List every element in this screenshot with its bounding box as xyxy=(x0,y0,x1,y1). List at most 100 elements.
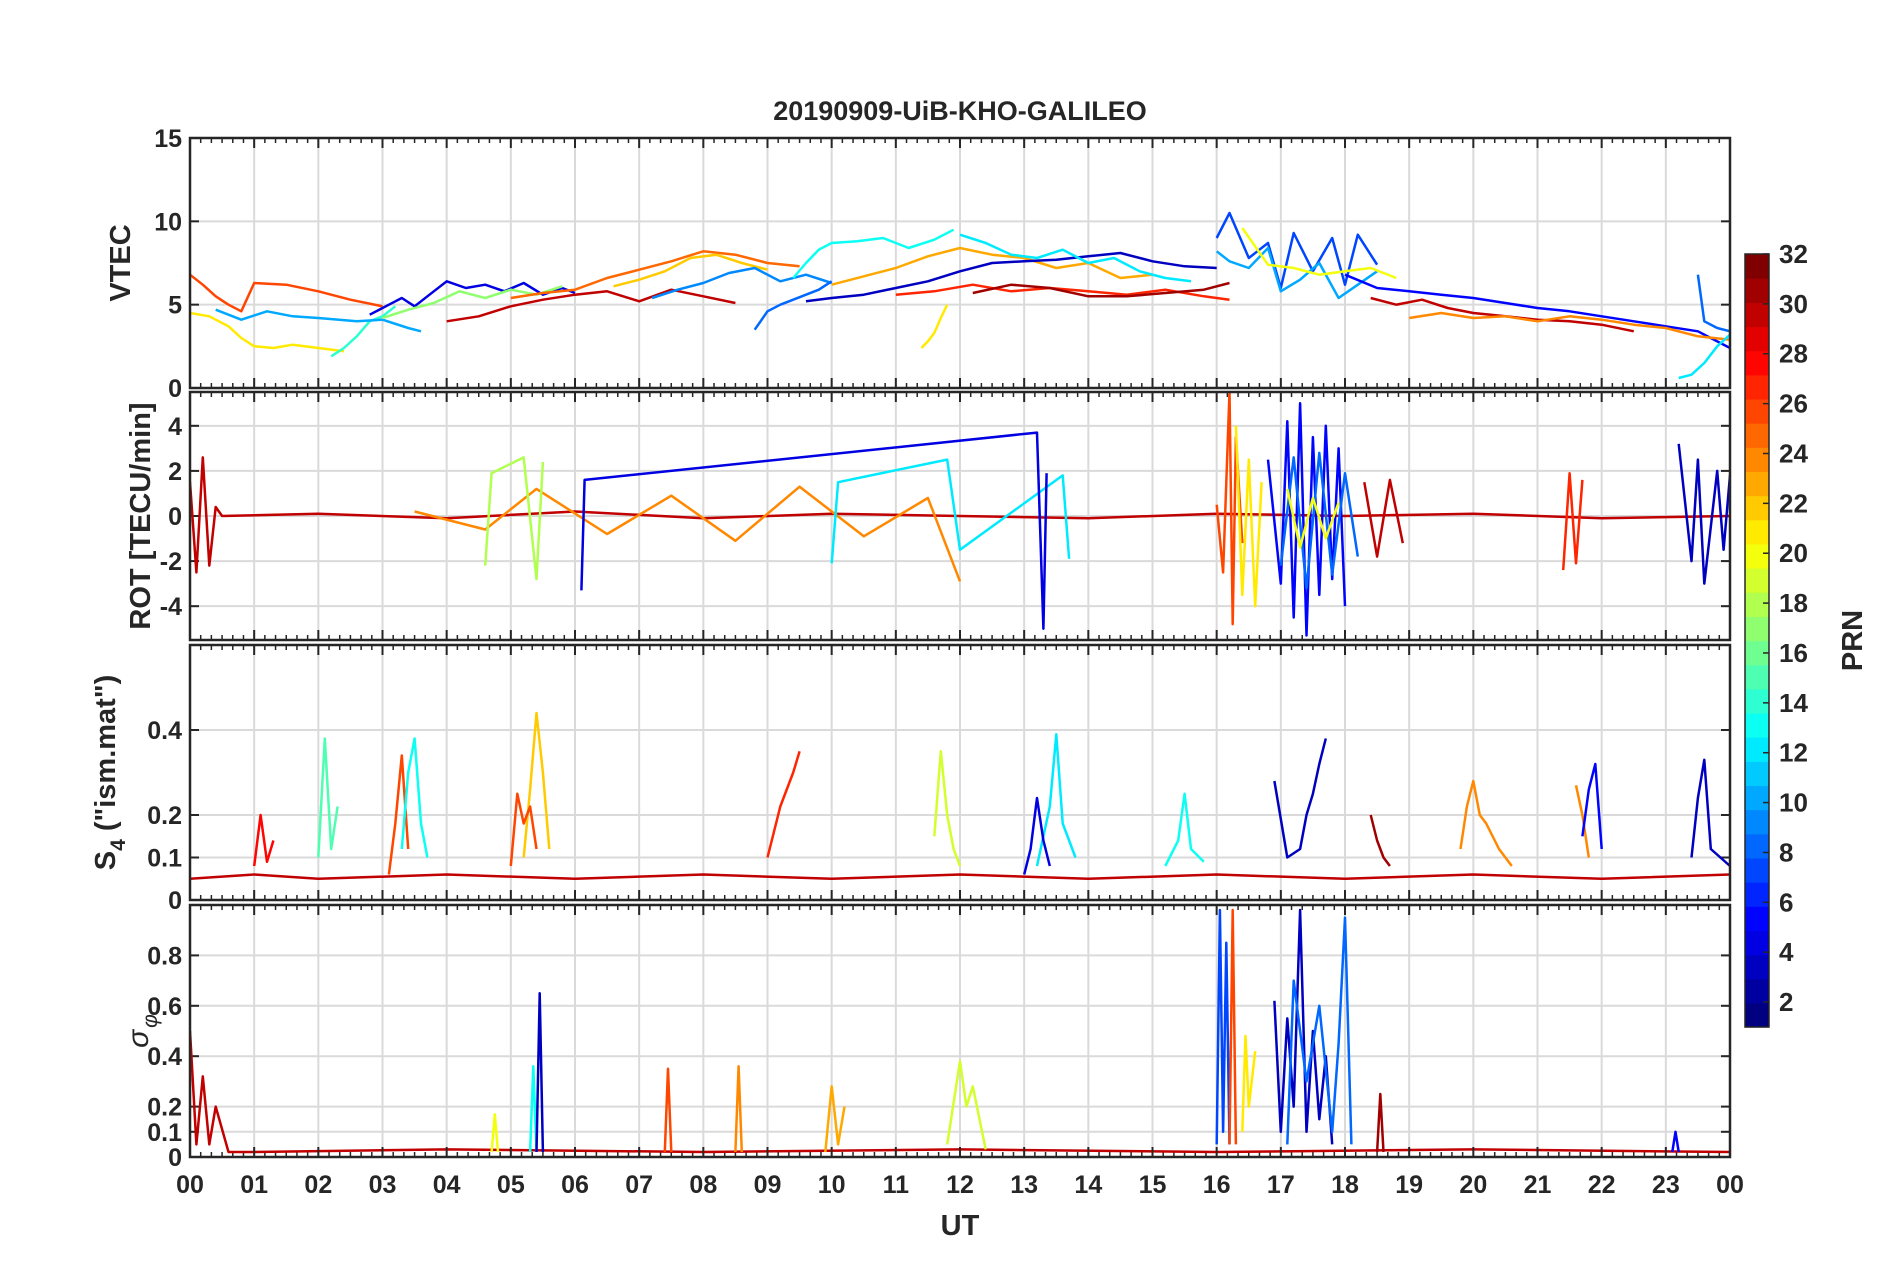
x-tick-label: 03 xyxy=(369,1171,397,1199)
colorbar-cell xyxy=(1745,471,1769,497)
colorbar-tick-label: 22 xyxy=(1779,488,1808,518)
colorbar-cell xyxy=(1745,374,1769,400)
chart-title: 20190909-UiB-KHO-GALILEO xyxy=(773,96,1147,126)
y-tick-label: 0 xyxy=(168,503,182,531)
x-tick-label: 09 xyxy=(754,1171,782,1199)
colorbar-cell xyxy=(1745,495,1769,521)
y-tick-label: 10 xyxy=(154,208,182,236)
y-tick-label: -2 xyxy=(160,548,182,576)
colorbar-cell xyxy=(1745,688,1769,714)
y-axis-label: VTEC xyxy=(105,224,137,301)
x-tick-label: 07 xyxy=(625,1171,653,1199)
x-tick-label: 18 xyxy=(1331,1171,1359,1199)
colorbar-cell xyxy=(1745,833,1769,859)
colorbar-tick-label: 32 xyxy=(1779,239,1808,269)
x-tick-label: 19 xyxy=(1395,1171,1423,1199)
panel-s4: 0 0.1 0.2 0.4 S4 ("ism.mat") xyxy=(90,643,1732,915)
colorbar-cell xyxy=(1745,568,1769,593)
colorbar-tick-label: 18 xyxy=(1779,588,1808,618)
figure: 20190909-UiB-KHO-GALILEO 051015VTEC-4-20… xyxy=(90,96,1869,1242)
x-tick-label: 17 xyxy=(1267,1171,1295,1199)
y-tick-label: 0 xyxy=(168,375,182,403)
y-tick-label: 4 xyxy=(168,413,182,441)
colorbar-cell xyxy=(1745,882,1769,907)
y-tick-label: 0.2 xyxy=(147,802,182,830)
colorbar-cell xyxy=(1745,1002,1769,1028)
y-tick-label: -4 xyxy=(160,593,182,621)
x-axis-label: UT xyxy=(941,1210,980,1242)
y-tick-label: 15 xyxy=(154,125,182,153)
y-axis-label: S4 ("ism.mat") xyxy=(90,675,130,871)
colorbar-cell xyxy=(1745,785,1769,811)
colorbar-cell xyxy=(1745,543,1769,569)
x-tick-label: 01 xyxy=(240,1171,268,1199)
colorbar-cell xyxy=(1745,809,1769,835)
x-tick-label: 05 xyxy=(497,1171,525,1199)
x-tick-label: 04 xyxy=(433,1171,461,1199)
x-tick-label: 11 xyxy=(883,1171,910,1199)
colorbar-cell xyxy=(1745,398,1769,424)
x-tick-label: 06 xyxy=(561,1171,589,1199)
colorbar-tick-label: 20 xyxy=(1779,538,1808,568)
y-tick-label: 0.1 xyxy=(147,845,182,873)
colorbar-tick-label: 14 xyxy=(1779,688,1808,718)
colorbar-cell xyxy=(1745,592,1769,617)
colorbar-tick-label: 26 xyxy=(1779,389,1808,419)
y-tick-label: 0 xyxy=(168,887,182,915)
x-tick-label: 00 xyxy=(176,1171,204,1199)
y-tick-label: 2 xyxy=(168,458,182,486)
colorbar-cell xyxy=(1745,737,1769,762)
x-tick-label: 14 xyxy=(1074,1171,1102,1199)
y-tick-label: 5 xyxy=(168,292,182,320)
colorbar-cell xyxy=(1745,954,1769,980)
colorbar-cell xyxy=(1745,447,1769,473)
colorbar-cell xyxy=(1745,930,1769,956)
colorbar-cell xyxy=(1745,978,1769,1004)
colorbar-tick-label: 12 xyxy=(1779,738,1808,768)
colorbar-cell xyxy=(1745,254,1769,279)
x-tick-label: 15 xyxy=(1139,1171,1167,1199)
colorbar-tick-label: 6 xyxy=(1779,887,1793,917)
colorbar-tick-label: 2 xyxy=(1779,987,1793,1017)
colorbar-tick-label: 8 xyxy=(1779,837,1793,867)
colorbar-tick-label: 28 xyxy=(1779,339,1808,369)
x-tick-label: 00 xyxy=(1716,1171,1744,1199)
panel-rot: -4 -2 0 2 4 ROT [TECU/min] xyxy=(125,390,1732,642)
colorbar-cell xyxy=(1745,857,1769,883)
x-tick-label: 08 xyxy=(689,1171,717,1199)
colorbar-cell xyxy=(1745,423,1769,448)
x-tick-label: 16 xyxy=(1203,1171,1231,1199)
y-tick-label: 0 xyxy=(168,1144,182,1172)
x-tick-label: 13 xyxy=(1010,1171,1038,1199)
colorbar-cell xyxy=(1745,616,1769,642)
colorbar-cell xyxy=(1745,302,1769,328)
colorbar-tick-label: 24 xyxy=(1779,438,1808,468)
x-tick-label: 23 xyxy=(1652,1171,1680,1199)
panel-vtec: 0 5 10 15 VTEC xyxy=(105,125,1732,403)
y-tick-label: 0.1 xyxy=(147,1119,182,1147)
panels-group: 051015VTEC-4-2024ROT [TECU/min]00.10.20.… xyxy=(90,125,1732,1172)
x-tick-label: 10 xyxy=(818,1171,846,1199)
x-tick-label: 02 xyxy=(304,1171,332,1199)
panel-sigma_phi: 00.10.20.40.60.8σφ xyxy=(122,903,1732,1172)
x-tick-label: 22 xyxy=(1588,1171,1616,1199)
y-axis-label: ROT [TECU/min] xyxy=(125,402,157,629)
colorbar-cell xyxy=(1745,906,1769,931)
colorbar-cell xyxy=(1745,326,1769,352)
y-tick-label: 0.2 xyxy=(147,1094,182,1122)
x-tick-label: 12 xyxy=(946,1171,974,1199)
colorbar-tick-label: 30 xyxy=(1779,289,1808,319)
colorbar-cell xyxy=(1745,519,1769,545)
colorbar-label: PRN xyxy=(1837,610,1869,671)
y-tick-label: 0.8 xyxy=(147,942,182,970)
colorbar-tick-label: 4 xyxy=(1779,937,1794,967)
y-tick-label: 0.4 xyxy=(147,717,182,745)
x-tick-label: 20 xyxy=(1459,1171,1487,1199)
colorbar-cell xyxy=(1745,664,1769,690)
colorbar: 2468101214161820222426283032 xyxy=(1744,239,1808,1028)
colorbar-cell xyxy=(1745,761,1769,787)
x-tick-label: 21 xyxy=(1524,1171,1552,1199)
colorbar-cell xyxy=(1745,712,1769,738)
colorbar-tick-label: 16 xyxy=(1779,638,1808,668)
colorbar-tick-label: 10 xyxy=(1779,788,1808,818)
